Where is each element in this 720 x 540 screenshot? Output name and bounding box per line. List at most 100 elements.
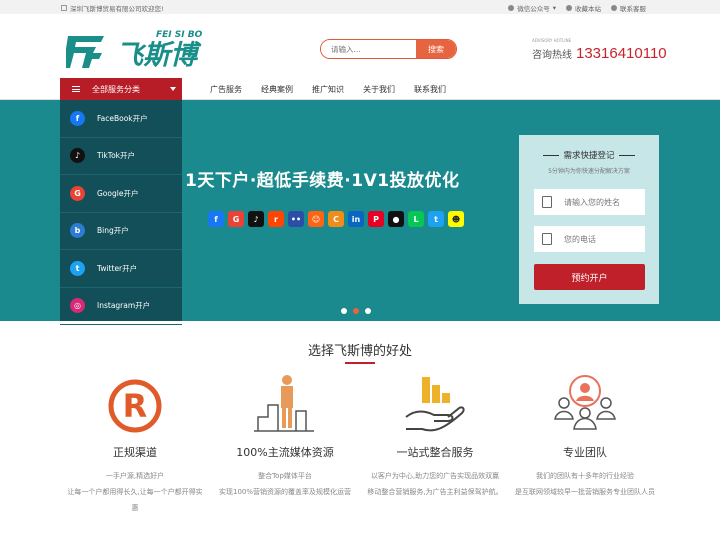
service-side-menu: f FaceBook开户 ♪ TikTok开户 G Google开户 b Bing开户 t Twi… [60, 100, 182, 325]
nav-link[interactable]: 联系我们 [414, 84, 446, 95]
heart-icon [566, 5, 572, 11]
c-icon: C [328, 211, 344, 227]
linkedin-icon: in [348, 211, 364, 227]
instagram-icon: ◎ [70, 298, 85, 314]
search-box: 搜索 [320, 39, 457, 59]
service-link[interactable]: 联系客服 [611, 3, 646, 13]
all-categories-button[interactable]: 全部服务分类 [60, 78, 182, 100]
twitter-icon: t [428, 211, 444, 227]
benefit-title: 专业团队 [563, 446, 607, 459]
top-links: 微信公众号 ▾ 收藏本站 联系客服 [508, 3, 646, 13]
top-bar: 深圳飞斯博贸易有限公司欢迎您! 微信公众号 ▾ 收藏本站 联系客服 [0, 0, 720, 14]
hotline-small: ADVISORY HOTLINE [532, 38, 572, 43]
bookmark-label: 收藏本站 [575, 5, 601, 13]
form-title: 需求快捷登记 [519, 149, 659, 161]
chevron-down-icon: ▾ [552, 4, 556, 12]
nav-links: 广告服务 经典案例 推广知识 关于我们 联系我们 [210, 78, 446, 100]
sidemenu-item[interactable]: t Twitter开户 [60, 250, 182, 288]
menu-icon [72, 86, 80, 92]
bing-icon: b [70, 223, 85, 239]
phone-placeholder: 您的电话 [564, 234, 596, 244]
sidemenu-item[interactable]: ♪ TikTok开户 [60, 138, 182, 175]
caret-down-icon [170, 87, 176, 91]
benefit-card: 100%主流媒体资源 整合Top媒体平台 实现100%营销资源的覆盖率及规模化运营 [210, 373, 360, 500]
sidemenu-item[interactable]: G Google开户 [60, 175, 182, 213]
reddit-icon: r [268, 211, 284, 227]
benefit-title: 100%主流媒体资源 [236, 446, 334, 459]
facebook-icon: f [208, 211, 224, 227]
sidemenu-item-label: TikTok开户 [97, 151, 136, 161]
benefit-title: 正规渠道 [113, 446, 157, 459]
growth-person-icon [210, 373, 360, 438]
category-label: 全部服务分类 [92, 84, 140, 94]
sidemenu-item-label: Bing开户 [97, 226, 129, 236]
social-icon-row: f G ♪ r •• ☺ Cin P ● Lt ☻ [208, 211, 464, 227]
benefit-card: 一站式整合服务 以客户为中心,助力您的广告实现品效双赢 移动整合营销服务,为广告主… [360, 373, 510, 500]
team-icon [510, 373, 660, 438]
sidemenu-item-label: Instagram开户 [97, 301, 151, 311]
title-underline [345, 362, 375, 364]
sidemenu-item-label: FaceBook开户 [97, 113, 148, 123]
logo-graphic: 飞斯博 FEI SI BO [63, 30, 203, 71]
search-input[interactable] [321, 40, 416, 58]
sidemenu-item[interactable]: b Bing开户 [60, 213, 182, 250]
google-icon: G [70, 185, 85, 201]
benefit-desc: 以客户为中心,助力您的广告实现品效双赢 移动整合营销服务,为广告主利益保驾护航。 [367, 472, 503, 496]
carousel-dot[interactable] [365, 308, 371, 314]
twitter-icon: t [70, 260, 85, 276]
nav-link[interactable]: 推广知识 [312, 84, 344, 95]
edit-icon [542, 196, 552, 208]
tiktok-icon: ♪ [70, 148, 85, 164]
main-nav: 全部服务分类 广告服务 经典案例 推广知识 关于我们 联系我们 [0, 78, 720, 100]
wechat-icon [508, 5, 515, 11]
headset-icon [611, 5, 617, 11]
home-icon [61, 5, 67, 11]
form-title-text: 需求快捷登记 [563, 151, 615, 161]
sidemenu-item[interactable]: f FaceBook开户 [60, 100, 182, 138]
benefits-title: 选择飞斯博的好处 [307, 344, 412, 359]
nav-link[interactable]: 关于我们 [363, 84, 395, 95]
benefit-desc: 我们的团队有十多年的行业经验 是互联网领域较早一批营销服务专业团队人员 [515, 472, 655, 496]
phone-field[interactable]: 您的电话 [534, 226, 645, 252]
nav-link[interactable]: 广告服务 [210, 84, 242, 95]
benefit-card: 专业团队 我们的团队有十多年的行业经验 是互联网领域较早一批营销服务专业团队人员 [510, 373, 660, 500]
wechat-link[interactable]: 微信公众号 ▾ [508, 3, 556, 13]
logo-text: 飞斯博 [116, 40, 202, 71]
facebook-icon: f [70, 110, 85, 126]
google-icon: G [228, 211, 244, 227]
logo[interactable]: 飞斯博 FEI SI BO [63, 24, 216, 74]
name-placeholder: 请输入您的姓名 [564, 197, 620, 207]
wechat-label: 微信公众号 [517, 5, 550, 13]
name-field[interactable]: 请输入您的姓名 [534, 189, 645, 215]
quick-register-form: 需求快捷登记 5分钟内为你快速分配解决方案 请输入您的姓名 您的电话 预约开户 [519, 135, 659, 304]
snapchat-icon: ☻ [448, 211, 464, 227]
hotline-label: 咨询热线 [532, 50, 572, 61]
logo-latin: FEI SI BO [156, 30, 203, 40]
benefit-title: 一站式整合服务 [396, 446, 474, 459]
registered-icon: R [60, 373, 210, 438]
sidemenu-item-label: Twitter开户 [97, 263, 138, 273]
nav-link[interactable]: 经典案例 [261, 84, 293, 95]
search-button[interactable]: 搜索 [416, 40, 456, 58]
phone-icon [542, 233, 552, 245]
line-icon: L [408, 211, 424, 227]
carousel-dot[interactable] [353, 308, 359, 314]
carousel-dot[interactable] [341, 308, 347, 314]
hotline: ADVISORY HOTLINE 咨询热线 13316410110 [532, 38, 667, 62]
sidemenu-item[interactable]: ◎ Instagram开户 [60, 288, 182, 325]
banner-slogan: 1天下户·超低手续费·1V1投放优化 [185, 171, 460, 191]
service-label: 联系客服 [620, 5, 646, 13]
pinterest-icon: P [368, 211, 384, 227]
benefit-desc: 整合Top媒体平台 实现100%营销资源的覆盖率及规模化运营 [218, 472, 351, 496]
benefit-card: R 正规渠道 一手户源,精选好户 让每一个户都用得长久,让每一个户都开得实惠 [60, 373, 210, 516]
submit-button[interactable]: 预约开户 [534, 264, 645, 290]
apple-icon: ● [388, 211, 404, 227]
welcome-area: 深圳飞斯博贸易有限公司欢迎您! [61, 3, 164, 13]
flickr-icon: •• [288, 211, 304, 227]
sidemenu-item-label: Google开户 [97, 188, 139, 198]
header: 飞斯博 FEI SI BO 搜索 ADVISORY HOTLINE 咨询热线 1… [0, 14, 720, 78]
tiktok-icon: ♪ [248, 211, 264, 227]
bookmark-link[interactable]: 收藏本站 [566, 3, 601, 13]
welcome-text: 深圳飞斯博贸易有限公司欢迎您! [70, 5, 164, 13]
reddit-alt-icon: ☺ [308, 211, 324, 227]
